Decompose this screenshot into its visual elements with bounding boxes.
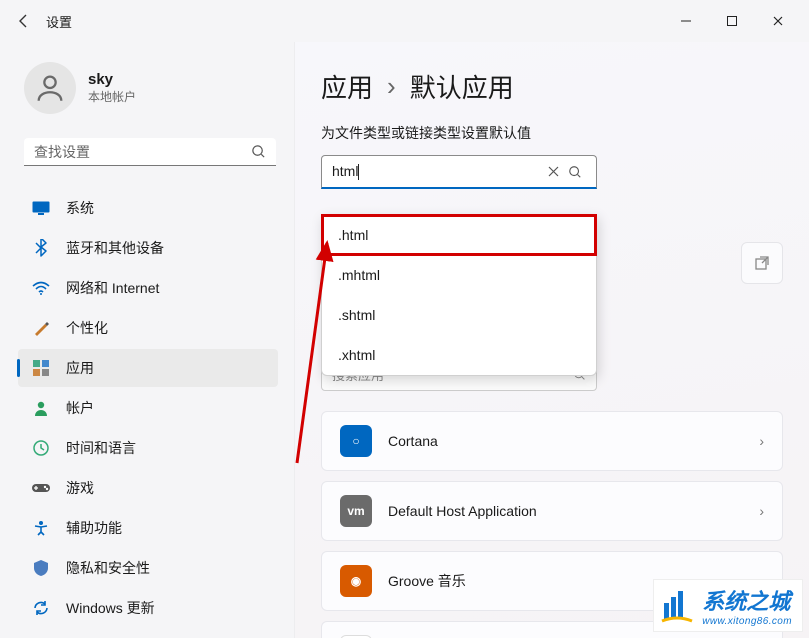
app-label: Cortana [388, 433, 759, 449]
network-icon [32, 279, 50, 297]
nav-item-4[interactable]: 应用 [18, 349, 278, 387]
profile-name: sky [88, 71, 136, 88]
back-button[interactable] [8, 5, 40, 37]
system-icon [32, 199, 50, 217]
sidebar: sky 本地帐户 查找设置 系统蓝牙和其他设备网络和 Internet 个性化应用… [0, 42, 295, 638]
main-content: 应用 › 默认应用 为文件类型或链接类型设置默认值 html .html.mht… [295, 42, 809, 638]
suggestion-item[interactable]: .mhtml [322, 255, 596, 295]
nav-item-label: 蓝牙和其他设备 [66, 238, 164, 258]
filetype-input-value: html [332, 163, 542, 180]
accessibility-icon [32, 519, 50, 537]
gaming-icon [32, 479, 50, 497]
nav-item-10[interactable]: Windows 更新 [18, 589, 278, 627]
suggestion-item[interactable]: .shtml [322, 295, 596, 335]
nav-item-label: 隐私和安全性 [66, 558, 150, 578]
breadcrumb-separator-icon: › [387, 71, 396, 102]
filetype-search-input[interactable]: html [321, 155, 597, 189]
profile-subtitle: 本地帐户 [88, 88, 136, 105]
profile-block[interactable]: sky 本地帐户 [14, 52, 294, 132]
nav: 系统蓝牙和其他设备网络和 Internet 个性化应用帐户时间和语言游戏辅助功能隐… [14, 188, 294, 628]
suggestion-item[interactable]: .html [322, 215, 596, 255]
nav-item-3[interactable]: 个性化 [18, 309, 278, 347]
window-titlebar: 设置 [0, 0, 809, 42]
nav-item-8[interactable]: 辅助功能 [18, 509, 278, 547]
app-icon: ◉ [340, 565, 372, 597]
nav-item-7[interactable]: 游戏 [18, 469, 278, 507]
search-icon [568, 165, 582, 179]
nav-item-5[interactable]: 帐户 [18, 389, 278, 427]
nav-item-label: Windows 更新 [66, 598, 155, 618]
app-card[interactable]: ○ Cortana› [321, 411, 783, 471]
breadcrumb-current: 默认应用 [410, 68, 514, 105]
popout-card-button[interactable] [741, 242, 783, 284]
breadcrumb: 应用 › 默认应用 [321, 68, 783, 105]
nav-item-label: 游戏 [66, 478, 94, 498]
suggestion-item[interactable]: .xhtml [322, 335, 596, 375]
time-icon [32, 439, 50, 457]
nav-item-label: 应用 [66, 358, 94, 378]
nav-item-label: 网络和 Internet [66, 278, 159, 298]
sidebar-search-placeholder: 查找设置 [34, 142, 251, 162]
nav-item-label: 个性化 [66, 318, 108, 338]
personalize-icon [32, 319, 50, 337]
app-card[interactable]: vm Default Host Application› [321, 481, 783, 541]
apps-icon [32, 359, 50, 377]
watermark: 系统之城 www.xitong86.com [653, 579, 803, 632]
nav-item-label: 辅助功能 [66, 518, 122, 538]
open-external-icon [754, 255, 770, 271]
privacy-icon [32, 559, 50, 577]
window-title: 设置 [46, 12, 72, 31]
filetype-suggestions-dropdown: .html.mhtml.shtml.xhtml [321, 214, 597, 376]
clear-input-button[interactable] [542, 161, 564, 183]
breadcrumb-root[interactable]: 应用 [321, 68, 373, 105]
search-button[interactable] [564, 161, 586, 183]
app-icon: vm [340, 495, 372, 527]
app-label: Default Host Application [388, 503, 759, 519]
nav-item-9[interactable]: 隐私和安全性 [18, 549, 278, 587]
nav-item-label: 系统 [66, 198, 94, 218]
update-icon [32, 599, 50, 617]
watermark-logo-icon [660, 589, 694, 623]
accounts-icon [32, 399, 50, 417]
nav-item-2[interactable]: 网络和 Internet [18, 269, 278, 307]
minimize-button[interactable] [663, 5, 709, 37]
nav-item-1[interactable]: 蓝牙和其他设备 [18, 229, 278, 267]
close-button[interactable] [755, 5, 801, 37]
window-controls [663, 5, 801, 37]
sidebar-search-input[interactable]: 查找设置 [24, 138, 276, 166]
nav-item-label: 时间和语言 [66, 438, 136, 458]
watermark-text: 系统之城 [702, 589, 790, 614]
close-icon [548, 166, 559, 177]
bluetooth-icon [32, 239, 50, 257]
nav-item-0[interactable]: 系统 [18, 189, 278, 227]
back-arrow-icon [16, 13, 32, 29]
avatar [24, 62, 76, 114]
nav-item-label: 帐户 [66, 398, 94, 418]
app-icon: ○ [340, 425, 372, 457]
chevron-right-icon: › [759, 433, 764, 449]
search-icon [251, 144, 266, 159]
maximize-button[interactable] [709, 5, 755, 37]
nav-item-6[interactable]: 时间和语言 [18, 429, 278, 467]
chevron-right-icon: › [759, 503, 764, 519]
section-label: 为文件类型或链接类型设置默认值 [321, 123, 783, 143]
watermark-url: www.xitong86.com [702, 616, 792, 627]
